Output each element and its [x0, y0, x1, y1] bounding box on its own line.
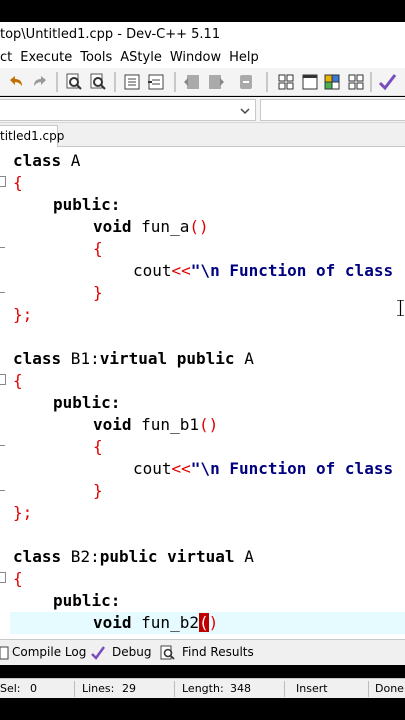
code-line: }; [13, 503, 33, 522]
code-line: { [93, 239, 103, 258]
menu-project[interactable]: ct [0, 50, 18, 65]
tab-compile-log[interactable]: Compile Log [12, 645, 86, 659]
find-icon[interactable] [64, 72, 84, 92]
code-line: public: [53, 393, 121, 412]
code-line: void fun_b1() [93, 415, 219, 434]
menu-window[interactable]: Window [170, 50, 227, 65]
scope-bar [0, 97, 405, 123]
fold-marker[interactable] [0, 176, 6, 187]
tab-debug[interactable]: Debug [112, 645, 151, 659]
code-line: { [13, 371, 23, 390]
code-line-current: void fun_b2() [93, 613, 219, 632]
text-cursor-icon [397, 300, 404, 316]
undo-icon[interactable] [6, 72, 26, 92]
find-results-icon [160, 645, 175, 660]
fold-line [0, 247, 5, 248]
chevron-down-icon [240, 108, 250, 115]
class-dropdown[interactable] [0, 99, 256, 121]
code-line: { [13, 173, 23, 192]
code-line: } [93, 481, 103, 500]
menu-execute[interactable]: Execute [20, 50, 78, 65]
fold-line [0, 445, 5, 446]
debug-check-icon [91, 646, 106, 660]
code-line: class B2:public virtual A [13, 547, 254, 566]
lines-label: Lines: [82, 682, 115, 695]
lines-value: 29 [122, 682, 136, 695]
fold-line [0, 292, 5, 293]
code-line: cout<<"\n Function of class [133, 459, 394, 478]
color-grid-icon[interactable] [322, 72, 342, 92]
title-bar: top\Untitled1.cpp - Dev-C++ 5.11 [0, 22, 405, 46]
code-line: public: [53, 591, 121, 610]
redo-icon[interactable] [30, 72, 50, 92]
menu-help[interactable]: Help [229, 50, 265, 65]
bookmark-forward-icon[interactable] [206, 72, 226, 92]
toggle-bookmark-icon[interactable] [236, 72, 256, 92]
code-editor[interactable]: class A { public: void fun_a() { cout<<"… [0, 147, 405, 639]
length-value: 348 [230, 682, 251, 695]
function-dropdown[interactable] [260, 99, 405, 121]
status-bar: Sel: 0 Lines: 29 Length: 348 Insert Done [0, 678, 405, 698]
grid-icon[interactable] [276, 72, 296, 92]
matched-paren: ( [198, 613, 209, 632]
code-line: class B1:virtual public A [13, 349, 254, 368]
menu-tools[interactable]: Tools [80, 50, 118, 65]
bookmark-back-icon[interactable] [182, 72, 202, 92]
code-line: } [93, 283, 103, 302]
unindent-icon[interactable] [146, 72, 166, 92]
menu-bar: ct Execute Tools AStyle Window Help [0, 46, 405, 68]
code-line: class A [13, 151, 81, 170]
tab-untitled1[interactable]: titled1.cpp [0, 125, 64, 147]
window-icon[interactable] [300, 72, 320, 92]
indent-icon[interactable] [122, 72, 142, 92]
toolbar [0, 68, 405, 96]
check-icon[interactable] [377, 72, 397, 92]
insert-mode: Insert [296, 682, 328, 695]
window-title: top\Untitled1.cpp - Dev-C++ 5.11 [0, 27, 221, 42]
tab-find-results[interactable]: Find Results [182, 645, 254, 659]
file-tabs: titled1.cpp [0, 123, 405, 147]
length-label: Length: [182, 682, 224, 695]
code-line: cout<<"\n Function of class [133, 261, 394, 280]
status-state: Done [375, 682, 404, 695]
layout-icon[interactable] [346, 72, 366, 92]
code-line: { [93, 437, 103, 456]
fold-marker[interactable] [0, 374, 6, 385]
bottom-panel-tabs: Compile Log Debug Find Results [0, 639, 405, 665]
tab-label: titled1.cpp [0, 129, 65, 143]
menu-astyle[interactable]: AStyle [120, 50, 168, 65]
replace-icon[interactable] [88, 72, 108, 92]
code-line: void fun_a() [93, 217, 209, 236]
fold-marker[interactable] [0, 572, 6, 583]
code-line: }; [13, 305, 33, 324]
sel-value: 0 [30, 682, 37, 695]
code-line: { [13, 569, 23, 588]
code-line: public: [53, 195, 121, 214]
fold-line [0, 490, 5, 491]
compile-log-icon [0, 646, 9, 660]
sel-label: Sel: [0, 682, 21, 695]
fold-gutter [0, 147, 10, 639]
